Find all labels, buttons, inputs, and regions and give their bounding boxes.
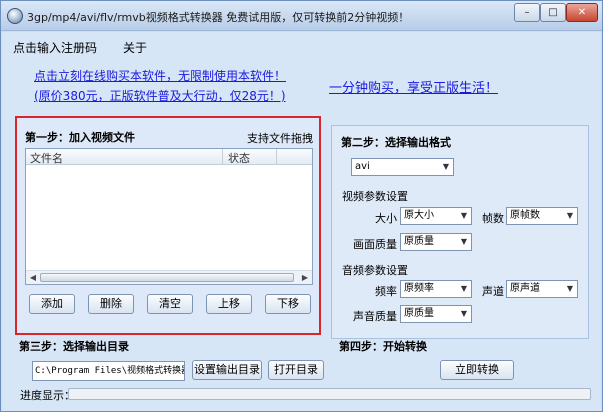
channel-select[interactable]: 原声道 ▼: [506, 280, 578, 298]
window-title: 3gp/mp4/avi/flv/rmvb视频格式转换器 免费试用版，仅可转换前2…: [27, 11, 410, 24]
chevron-down-icon[interactable]: ▼: [457, 306, 471, 322]
clear-button[interactable]: 清空: [147, 294, 193, 314]
column-divider: [276, 149, 277, 165]
price-promo-link[interactable]: (原价380元，正版软件普及大行动，仅28元！): [34, 87, 286, 104]
title-bar[interactable]: 3gp/mp4/avi/flv/rmvb视频格式转换器 免费试用版，仅可转换前2…: [1, 1, 602, 31]
samplerate-label: 频率: [375, 285, 397, 298]
column-divider: [222, 149, 223, 165]
chevron-down-icon[interactable]: ▼: [439, 159, 453, 175]
video-quality-value: 原质量: [404, 236, 434, 247]
horizontal-scrollbar[interactable]: ◀ ▶: [26, 270, 312, 284]
filename-column-header[interactable]: 文件名: [30, 150, 63, 166]
app-globe-icon: [7, 8, 23, 24]
audio-quality-select[interactable]: 原质量 ▼: [400, 305, 472, 323]
video-quality-label: 画面质量: [353, 238, 397, 251]
app-window: 3gp/mp4/avi/flv/rmvb视频格式转换器 免费试用版，仅可转换前2…: [0, 0, 603, 412]
samplerate-select[interactable]: 原频率 ▼: [400, 280, 472, 298]
size-select[interactable]: 原大小 ▼: [400, 207, 472, 225]
arrow-left-icon[interactable]: ◀: [27, 272, 39, 283]
add-button[interactable]: 添加: [29, 294, 75, 314]
main-content: 点击输入注册码 关于 点击立刻在线购买本软件，无限制使用本软件！ (原价380元…: [2, 32, 601, 411]
audio-quality-value: 原质量: [404, 308, 434, 319]
maximize-button[interactable]: □: [540, 3, 566, 22]
buy-online-link[interactable]: 点击立刻在线购买本软件，无限制使用本软件！: [34, 67, 286, 84]
chevron-down-icon[interactable]: ▼: [457, 281, 471, 297]
conversion-progress-bar: [68, 388, 591, 400]
step2-output-format-panel: 第二步：选择输出格式 avi ▼ 视频参数设置 大小 原大小 ▼ 帧数 原帧数 …: [331, 125, 589, 339]
purchase-slogan-link[interactable]: 一分钟购买，享受正版生活！: [329, 77, 498, 96]
audio-settings-title: 音频参数设置: [342, 264, 408, 277]
progress-label: 进度显示：: [20, 389, 75, 402]
arrow-right-icon[interactable]: ▶: [299, 272, 311, 283]
scrollbar-thumb[interactable]: [40, 273, 294, 282]
format-select[interactable]: avi ▼: [351, 158, 454, 176]
samplerate-value: 原频率: [404, 283, 434, 294]
chevron-down-icon[interactable]: ▼: [563, 208, 577, 224]
chevron-down-icon[interactable]: ▼: [563, 281, 577, 297]
chevron-down-icon[interactable]: ▼: [457, 208, 471, 224]
audio-quality-label: 声音质量: [353, 310, 397, 323]
video-settings-title: 视频参数设置: [342, 190, 408, 203]
register-menu-item[interactable]: 点击输入注册码: [13, 39, 97, 56]
framerate-select[interactable]: 原帧数 ▼: [506, 207, 578, 225]
step4-label: 第四步：开始转换: [339, 340, 427, 353]
format-value: avi: [355, 161, 370, 172]
step2-label: 第二步：选择输出格式: [341, 136, 451, 149]
file-list-body[interactable]: [26, 166, 312, 270]
size-value: 原大小: [404, 210, 434, 221]
framerate-label: 帧数: [482, 212, 504, 225]
channel-value: 原声道: [510, 283, 540, 294]
step1-add-files-panel: 第一步：加入视频文件 支持文件拖拽 文件名 状态 ◀ ▶ 添加 删除 清空 上移…: [15, 116, 321, 335]
video-quality-select[interactable]: 原质量 ▼: [400, 233, 472, 251]
framerate-value: 原帧数: [510, 210, 540, 221]
step3-label: 第三步：选择输出目录: [19, 340, 129, 353]
move-up-button[interactable]: 上移: [206, 294, 252, 314]
set-output-directory-button[interactable]: 设置输出目录: [192, 360, 262, 380]
file-list[interactable]: 文件名 状态 ◀ ▶: [25, 148, 313, 285]
size-label: 大小: [375, 212, 397, 225]
minimize-button[interactable]: –: [514, 3, 540, 22]
status-column-header[interactable]: 状态: [228, 150, 250, 166]
output-directory-field[interactable]: C:\Program Files\视频格式转换器: [32, 361, 185, 381]
close-button[interactable]: ✕: [566, 3, 598, 22]
file-list-header: 文件名 状态: [26, 149, 312, 165]
drag-drop-hint: 支持文件拖拽: [247, 132, 313, 145]
convert-now-button[interactable]: 立即转换: [440, 360, 514, 380]
about-menu-item[interactable]: 关于: [123, 39, 147, 56]
chevron-down-icon[interactable]: ▼: [457, 234, 471, 250]
open-directory-button[interactable]: 打开目录: [268, 360, 324, 380]
delete-button[interactable]: 删除: [88, 294, 134, 314]
step1-label: 第一步：加入视频文件: [25, 131, 135, 144]
channel-label: 声道: [482, 285, 504, 298]
move-down-button[interactable]: 下移: [265, 294, 311, 314]
